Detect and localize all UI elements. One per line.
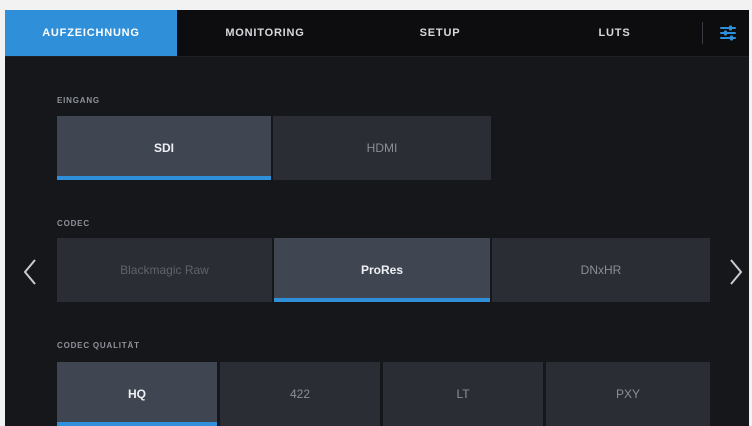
codec-option-blackmagic-raw[interactable]: Blackmagic Raw bbox=[57, 238, 272, 302]
settings-menu-button[interactable] bbox=[713, 18, 743, 48]
quality-option-422[interactable]: 422 bbox=[220, 362, 380, 426]
tab-bar: AUFZEICHNUNG MONITORING SETUP LUTS bbox=[5, 10, 749, 57]
source-option-sdi[interactable]: SDI bbox=[57, 116, 271, 180]
quality-option-hq[interactable]: HQ bbox=[57, 362, 217, 426]
codec-option-dnxhr[interactable]: DNxHR bbox=[492, 238, 710, 302]
tab-aufzeichnung[interactable]: AUFZEICHNUNG bbox=[5, 10, 177, 56]
tab-divider bbox=[702, 22, 703, 44]
quality-option-pxy[interactable]: PXY bbox=[546, 362, 710, 426]
sliders-icon bbox=[720, 25, 736, 41]
codec-option-prores[interactable]: ProRes bbox=[274, 238, 490, 302]
next-page-button[interactable] bbox=[721, 250, 749, 294]
quality-option-lt[interactable]: LT bbox=[383, 362, 543, 426]
chevron-right-icon bbox=[730, 259, 743, 285]
chevron-left-icon bbox=[23, 259, 36, 285]
prev-page-button[interactable] bbox=[15, 250, 45, 294]
codec-section-label: CODEC bbox=[57, 219, 90, 228]
tab-setup[interactable]: SETUP bbox=[353, 10, 527, 56]
tab-monitoring[interactable]: MONITORING bbox=[177, 10, 353, 56]
tab-luts[interactable]: LUTS bbox=[527, 10, 702, 56]
quality-section-label: CODEC QUALITÄT bbox=[57, 341, 140, 350]
source-section-label: EINGANG bbox=[57, 96, 100, 105]
source-option-hdmi[interactable]: HDMI bbox=[273, 116, 491, 180]
recording-settings-screen: AUFZEICHNUNG MONITORING SETUP LUTS EINGA… bbox=[5, 10, 749, 426]
